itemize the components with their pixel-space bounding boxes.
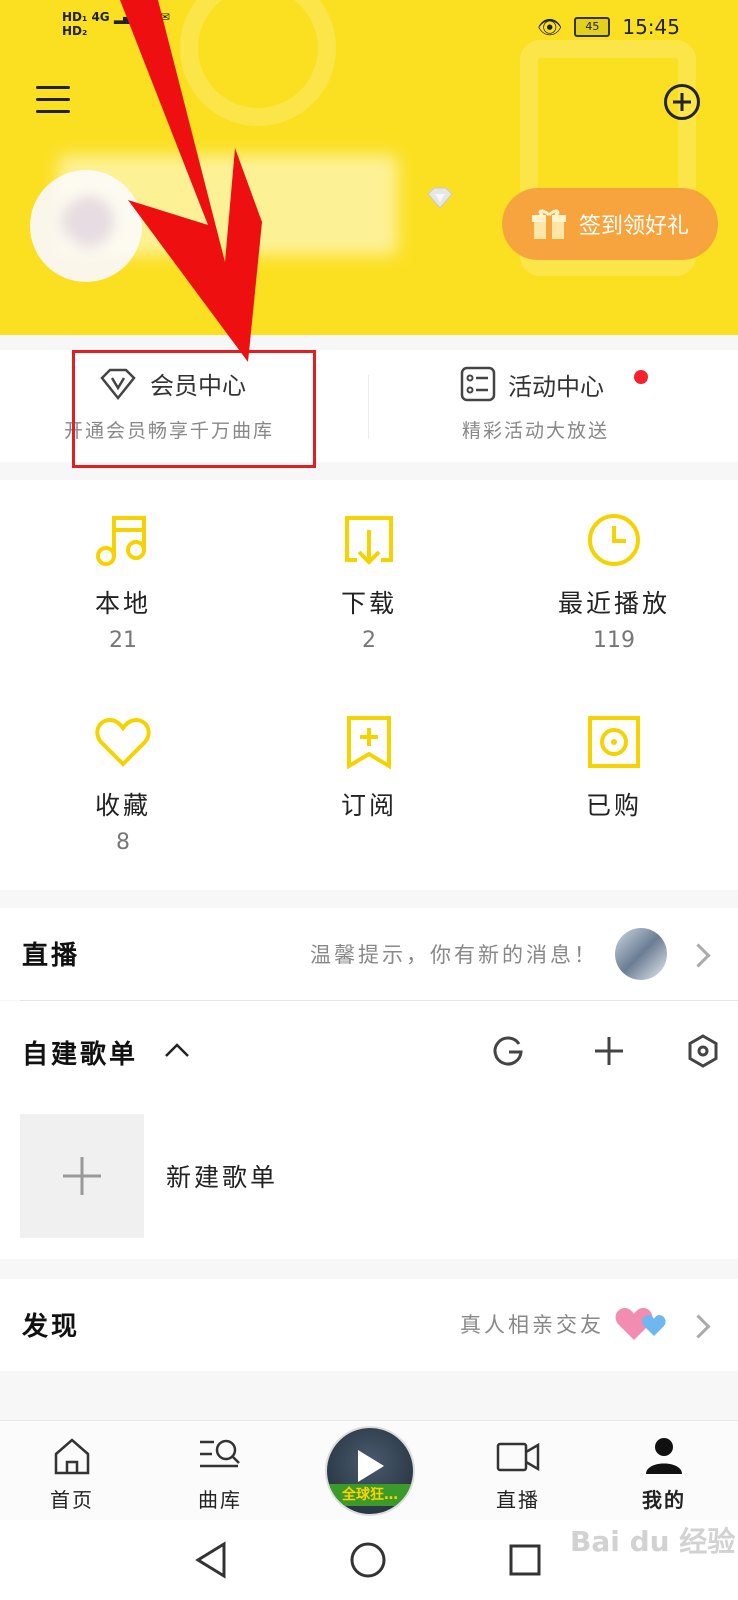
grid-item-download[interactable]: 下载 2 [269,510,469,653]
avatar [615,928,667,980]
activity-list-icon [460,366,496,402]
divider [368,375,369,439]
battery-icon: 45 [574,17,611,37]
grid-item-local[interactable]: 本地 21 [23,510,223,653]
mini-player-button[interactable]: 全球狂… [325,1426,415,1516]
live-hint: 温馨提示，你有新的消息！ [310,943,598,967]
highlight-box [72,350,316,468]
chevron-up-icon[interactable] [164,1040,190,1060]
add-circle-button[interactable] [664,84,700,120]
import-playlist-icon[interactable] [491,1034,525,1068]
tab-live[interactable]: 直播 [473,1436,563,1513]
signal-indicators: HD₁ 4G ▂▄▆ ≋ ✉ HD₂ [62,10,170,38]
username-blurred[interactable] [58,155,398,255]
discover-hint: 真人相亲交友 [460,1313,604,1337]
bookmark-add-icon [347,716,391,770]
tab-label: 我的 [642,1488,686,1512]
heart-icon [95,717,151,767]
watermark-logo: Bai du 经验 [570,1525,736,1558]
user-icon [646,1438,682,1474]
vip-diamond-icon [427,187,453,209]
grid-label: 收藏 [94,791,151,820]
tab-library[interactable]: 曲库 [175,1436,265,1513]
grid-count: 21 [109,628,137,653]
back-icon[interactable] [194,1541,228,1579]
grid-label: 订阅 [340,791,397,820]
playlist-section-title: 自建歌单 [22,1040,139,1070]
home-circle-icon[interactable] [349,1541,387,1579]
play-icon [358,1450,384,1482]
eye-icon: 👁 [536,15,563,39]
home-icon [54,1438,90,1475]
tab-me[interactable]: 我的 [619,1436,709,1513]
grid-count: 2 [362,628,376,653]
new-playlist-tile[interactable] [20,1114,144,1238]
tab-label: 首页 [50,1488,94,1512]
menu-button[interactable] [36,86,70,116]
clock-icon [588,514,640,566]
tab-label: 直播 [496,1488,540,1512]
gift-icon [531,209,566,239]
tab-label: 曲库 [198,1488,242,1512]
grid-label: 本地 [94,589,151,618]
grid-item-recent[interactable]: 最近播放 119 [514,510,714,653]
music-note-icon [96,516,146,566]
grid-item-subscribe[interactable]: 订阅 [269,712,469,822]
activity-center-subtitle: 精彩活动大放送 [462,420,610,442]
video-camera-icon [496,1442,540,1472]
grid-item-favorites[interactable]: 收藏 8 [23,712,223,855]
signin-reward-button[interactable]: 签到领好礼 [502,188,718,260]
disc-icon [588,716,640,768]
grid-label: 下载 [340,589,397,618]
grid-item-purchased[interactable]: 已购 [514,712,714,822]
notification-dot [634,370,648,384]
status-bar: HD₁ 4G ▂▄▆ ≋ ✉ HD₂ 👁 45 15:45 [0,0,738,60]
library-search-icon [200,1439,240,1468]
plus-icon[interactable] [592,1034,626,1068]
network-type: 4G [91,10,110,24]
activity-center-title: 活动中心 [508,372,604,401]
activity-center-link[interactable]: 活动中心 [460,366,604,402]
download-icon [345,516,393,565]
grid-count: 119 [593,628,635,653]
recent-apps-icon[interactable] [508,1543,542,1577]
settings-hexagon-icon[interactable] [686,1034,720,1068]
tab-home[interactable]: 首页 [27,1436,117,1513]
grid-count: 8 [116,830,130,855]
discover-title: 发现 [22,1312,81,1342]
player-banner: 全球狂… [327,1484,413,1506]
grid-label: 最近播放 [557,589,670,618]
new-playlist-label[interactable]: 新建歌单 [166,1158,278,1194]
grid-label: 已购 [585,791,642,820]
live-title: 直播 [22,941,81,971]
signin-label: 签到领好礼 [578,214,689,239]
clock-time: 15:45 [622,15,680,39]
hearts-icon [615,1308,666,1340]
